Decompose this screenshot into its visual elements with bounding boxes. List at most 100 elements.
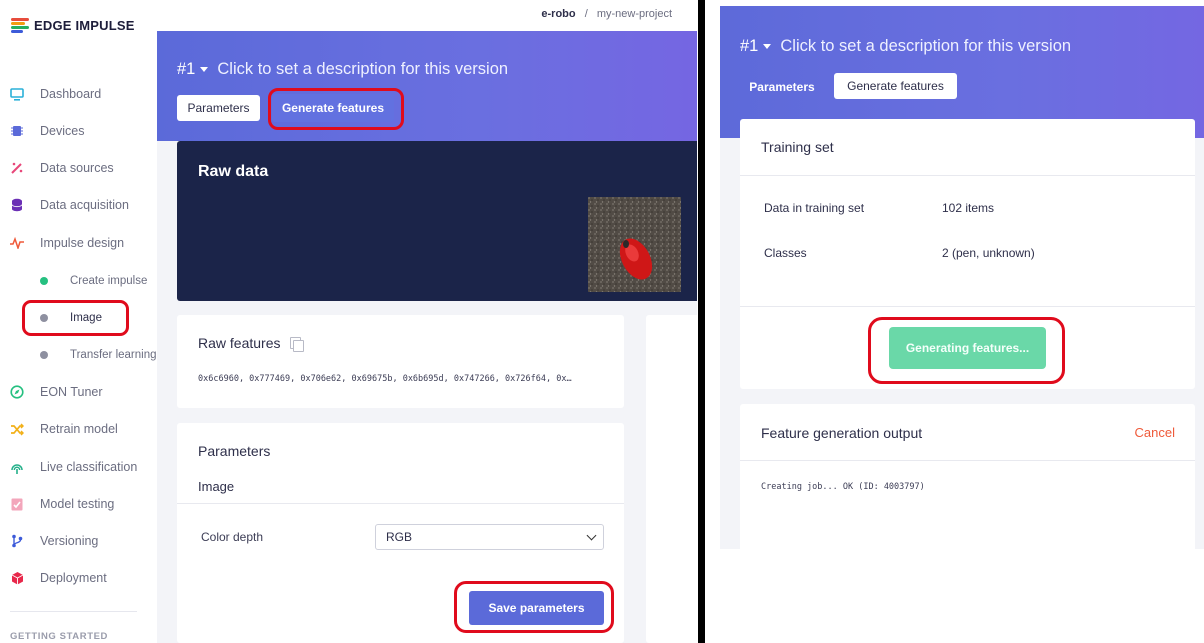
save-parameters-button[interactable]: Save parameters xyxy=(469,591,604,625)
sidebar-item-model-testing[interactable]: Model testing xyxy=(10,494,114,514)
sidebar-item-label: Deployment xyxy=(40,571,107,585)
breadcrumb-org[interactable]: e-robo xyxy=(541,8,575,20)
raw-data-title: Raw data xyxy=(198,163,269,180)
sidebar-item-label: Live classification xyxy=(40,460,138,474)
feature-output-card: Feature generation output Cancel Creatin… xyxy=(740,404,1195,549)
classes-label: Classes xyxy=(764,246,807,260)
sidebar-item-label: Devices xyxy=(40,124,85,138)
parameters-card: Parameters Image Color depth RGB Save pa… xyxy=(177,423,624,643)
sidebar-item-data-sources[interactable]: Data sources xyxy=(10,158,114,178)
broadcast-icon xyxy=(10,460,24,474)
color-depth-label: Color depth xyxy=(201,530,264,544)
sidebar-item-eon-tuner[interactable]: EON Tuner xyxy=(10,382,103,402)
sidebar-item-deployment[interactable]: Deployment xyxy=(10,568,107,588)
chevron-down-icon xyxy=(586,530,597,541)
sample-image-thumbnail[interactable] xyxy=(588,197,681,292)
parameters-divider xyxy=(177,503,624,504)
color-depth-value: RGB xyxy=(386,530,413,544)
feature-output-divider xyxy=(740,460,1195,461)
right-version-description[interactable]: Click to set a description for this vers… xyxy=(780,37,1071,56)
sidebar-item-label: Retrain model xyxy=(40,422,118,436)
sidebar-item-versioning[interactable]: Versioning xyxy=(10,531,98,551)
sidebar-subitem-create-impulse[interactable]: Create impulse xyxy=(40,271,147,291)
training-set-card: Training set Data in training set 102 it… xyxy=(740,119,1195,389)
dot-icon xyxy=(40,351,48,359)
pulse-icon xyxy=(10,236,24,250)
version-description[interactable]: Click to set a description for this vers… xyxy=(217,60,508,79)
sidebar-item-devices[interactable]: Devices xyxy=(10,121,84,141)
sidebar-item-label: Data sources xyxy=(40,161,114,175)
breadcrumb: e-robo / my-new-project xyxy=(541,8,672,20)
sidebar-item-label: EON Tuner xyxy=(40,385,103,399)
sidebar-item-retrain-model[interactable]: Retrain model xyxy=(10,419,118,439)
feature-output-log: Creating job... OK (ID: 4003797) xyxy=(761,482,925,492)
sidebar-item-dashboard[interactable]: Dashboard xyxy=(10,84,101,104)
right-tab-generate-features[interactable]: Generate features xyxy=(834,73,957,99)
raw-features-card: Raw features 0x6c6960, 0x777469, 0x706e6… xyxy=(177,315,624,408)
right-panel: #1 Click to set a description for this v… xyxy=(707,0,1204,643)
sidebar: EDGE IMPULSE Dashboard Devices Data sour… xyxy=(0,0,157,643)
right-version-selector[interactable]: #1 Click to set a description for this v… xyxy=(740,37,1071,56)
feature-output-title: Feature generation output xyxy=(761,425,923,441)
sidebar-subitem-transfer-learning[interactable]: Transfer learning xyxy=(40,345,157,365)
sidebar-section-label: GETTING STARTED xyxy=(10,631,109,642)
version-selector[interactable]: #1 Click to set a description for this v… xyxy=(177,60,508,79)
panel-divider xyxy=(697,0,707,643)
shuffle-icon xyxy=(10,422,24,436)
breadcrumb-project[interactable]: my-new-project xyxy=(597,8,672,20)
right-tab-parameters[interactable]: Parameters xyxy=(740,74,824,100)
main-content: e-robo / my-new-project #1 Click to set … xyxy=(157,0,697,643)
database-icon xyxy=(10,198,24,212)
right-version-number[interactable]: #1 xyxy=(740,37,758,56)
training-set-divider xyxy=(740,175,1195,176)
chip-icon xyxy=(10,124,24,138)
breadcrumb-separator: / xyxy=(584,8,588,20)
tab-parameters[interactable]: Parameters xyxy=(177,95,260,121)
parameters-title: Parameters xyxy=(198,443,271,459)
sidebar-subitem-label: Create impulse xyxy=(70,275,148,287)
raw-features-values: 0x6c6960, 0x777469, 0x706e62, 0x69675b, … xyxy=(198,374,572,384)
side-card xyxy=(646,315,697,643)
sidebar-subitem-image[interactable]: Image xyxy=(40,308,102,328)
version-number[interactable]: #1 xyxy=(177,60,195,79)
training-set-title: Training set xyxy=(761,139,834,155)
classes-value: 2 (pen, unknown) xyxy=(942,246,1035,260)
caret-down-icon[interactable] xyxy=(763,44,772,49)
right-main-content: #1 Click to set a description for this v… xyxy=(720,6,1204,549)
compass-icon xyxy=(10,385,24,399)
sidebar-item-live-classification[interactable]: Live classification xyxy=(10,457,137,477)
data-in-training-set-label: Data in training set xyxy=(764,201,865,215)
parameters-section-title: Image xyxy=(198,479,235,494)
brand-name: EDGE IMPULSE xyxy=(34,17,135,33)
green-dot-icon xyxy=(40,277,48,285)
cube-icon xyxy=(10,571,24,585)
raw-features-title: Raw features xyxy=(198,335,305,352)
monitor-icon xyxy=(10,87,24,101)
sidebar-item-label: Versioning xyxy=(40,534,99,548)
sidebar-divider xyxy=(10,611,137,612)
training-set-footer-divider xyxy=(740,306,1195,307)
raw-features-title-text: Raw features xyxy=(198,335,281,351)
sidebar-item-label: Model testing xyxy=(40,497,115,511)
sidebar-item-label: Data acquisition xyxy=(40,198,129,212)
sidebar-subitem-label: Transfer learning xyxy=(70,349,157,361)
generate-features-button[interactable]: Generating features... xyxy=(889,327,1046,369)
sidebar-item-label: Dashboard xyxy=(40,87,102,101)
data-in-training-set-value: 102 items xyxy=(942,201,995,215)
tab-generate-features[interactable]: Generate features xyxy=(272,94,394,122)
sidebar-item-label: Impulse design xyxy=(40,236,125,250)
version-header: #1 Click to set a description for this v… xyxy=(157,31,697,141)
raw-data-card: Raw data xyxy=(177,141,697,301)
dot-icon xyxy=(40,314,48,322)
edge-impulse-logo-icon xyxy=(11,17,29,33)
branch-icon xyxy=(10,534,24,548)
brand-logo[interactable]: EDGE IMPULSE xyxy=(11,16,157,34)
copy-icon[interactable] xyxy=(290,337,305,352)
sidebar-item-impulse-design[interactable]: Impulse design xyxy=(10,233,124,253)
top-bar: e-robo / my-new-project xyxy=(157,0,697,31)
caret-down-icon[interactable] xyxy=(200,67,209,72)
cancel-button[interactable]: Cancel xyxy=(1135,425,1175,440)
color-depth-select[interactable]: RGB xyxy=(375,524,604,550)
sidebar-item-data-acquisition[interactable]: Data acquisition xyxy=(10,195,129,215)
sidebar-subitem-label: Image xyxy=(70,312,102,324)
